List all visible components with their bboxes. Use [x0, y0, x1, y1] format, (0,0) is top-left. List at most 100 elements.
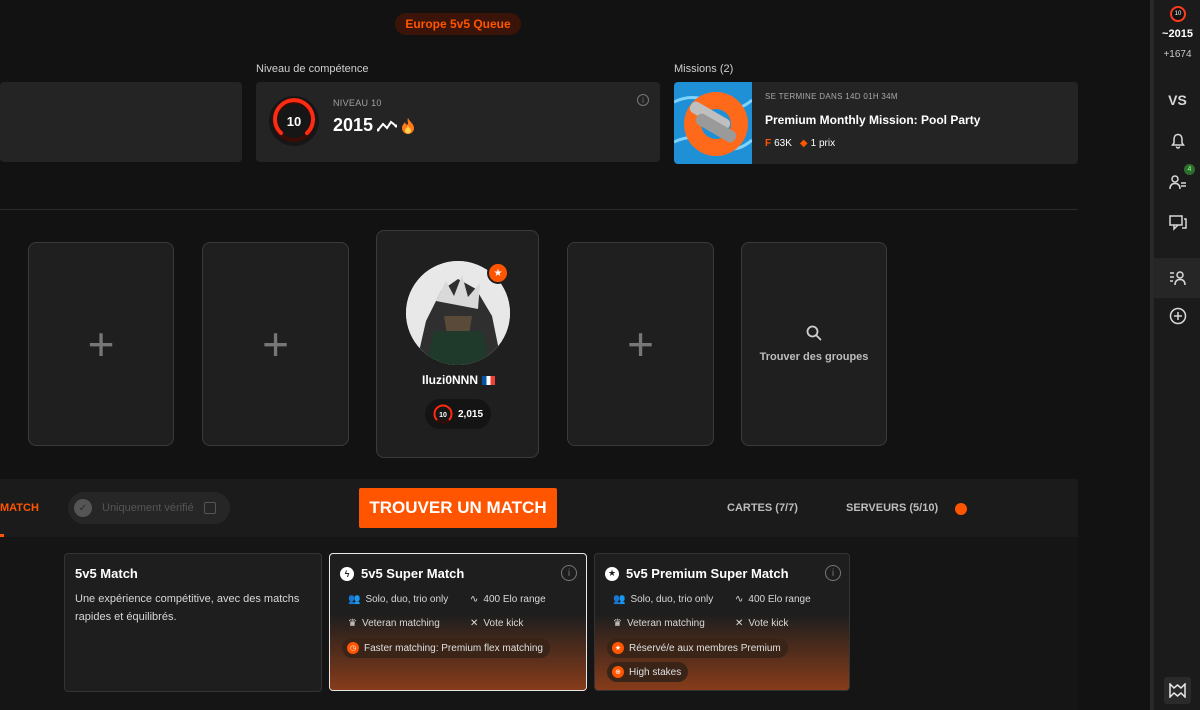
fire-icon: [402, 117, 415, 134]
verified-only-label: Uniquement vérifié: [102, 502, 194, 514]
elo-trend-icon: [377, 120, 398, 131]
skill-gauge-icon: 10: [433, 404, 453, 424]
svg-text:10: 10: [439, 412, 447, 419]
party-slot-invite[interactable]: +: [567, 242, 714, 446]
elo-trend-icon: ∿: [735, 594, 744, 605]
skill-section-label: Niveau de compétence: [256, 63, 369, 75]
mode-card-5v5-super-match[interactable]: ϟ 5v5 Super Match i 👥 Solo, duo, trio onl…: [329, 553, 587, 691]
right-sidebar: 10 ~2015 +1674 VS 4: [1153, 0, 1200, 710]
mode-feature: ♛ Veteran matching: [348, 618, 440, 629]
profile-summary-panel[interactable]: [0, 82, 242, 162]
svg-text:10: 10: [287, 114, 301, 129]
skill-level-badge: 10: [269, 96, 319, 146]
mode-feature: 👥 Solo, duo, trio only: [348, 594, 449, 605]
sidebar-elo: ~2015: [1162, 28, 1193, 40]
player-elo-value: 2,015: [457, 408, 484, 420]
crown-icon: ♛: [348, 618, 357, 629]
find-groups-label: Trouver des groupes: [759, 351, 869, 363]
premium-star-icon: ★: [487, 262, 509, 284]
chat-icon: [1168, 215, 1187, 231]
player-elo-pill: 10 2,015: [425, 399, 491, 429]
bell-icon: [1170, 133, 1185, 149]
tab-match[interactable]: MATCH: [0, 502, 39, 514]
mode-feature: ∿ 400 Elo range: [735, 594, 811, 605]
mode-highlight: ◷ Faster matching: Premium flex matching: [342, 638, 550, 658]
mission-time-remaining: SE TERMINE DANS 14D 01H 34M: [765, 92, 898, 101]
find-match-button[interactable]: TROUVER UN MATCH: [359, 488, 557, 528]
friends-online-count: 4: [1184, 164, 1195, 175]
premium-star-icon: ★: [612, 642, 624, 654]
skill-gauge-icon: 10: [273, 98, 315, 142]
plus-icon: +: [87, 318, 115, 370]
sidebar-elo-gain: +1674: [1163, 49, 1192, 60]
skill-level-panel[interactable]: 10 NIVEAU 10 2015 i: [256, 82, 660, 162]
group-icon: 👥: [613, 594, 626, 605]
crown-icon: ♛: [613, 618, 622, 629]
mission-points: F 63K: [765, 138, 792, 149]
info-icon[interactable]: i: [561, 565, 577, 581]
find-groups-button[interactable]: Trouver des groupes: [741, 242, 887, 446]
search-icon: [806, 325, 822, 341]
sidebar-vs-button[interactable]: VS: [1154, 80, 1200, 120]
mode-highlight: ★ Réservé/e aux membres Premium: [607, 638, 788, 658]
missions-section-label: Missions (2): [674, 63, 734, 75]
info-icon[interactable]: i: [637, 94, 649, 106]
verified-only-checkbox[interactable]: [203, 502, 216, 514]
star-icon: ★: [605, 566, 619, 581]
mission-thumbnail: [674, 82, 752, 164]
lightning-icon: ϟ: [340, 566, 354, 581]
mode-title: ★ 5v5 Premium Super Match: [605, 566, 789, 581]
mode-feature: ∿ 400 Elo range: [470, 594, 546, 605]
group-icon: 👥: [348, 594, 361, 605]
player-card[interactable]: ★ Iluzi0NNN 10 2,015: [376, 230, 539, 458]
clock-icon: ◷: [347, 642, 359, 654]
mode-description: Une expérience compétitive, avec des mat…: [75, 593, 300, 623]
party-icon: [1169, 271, 1186, 286]
queue-region-pill[interactable]: Europe 5v5 Queue: [395, 13, 521, 35]
party-slot-invite[interactable]: +: [202, 242, 349, 446]
sidebar-add-button[interactable]: [1154, 296, 1200, 336]
mode-card-5v5-premium-super-match[interactable]: ★ 5v5 Premium Super Match i 👥 Solo, duo, …: [594, 553, 850, 691]
faceit-points-icon: F: [765, 138, 772, 149]
servers-button[interactable]: SERVEURS (5/10): [846, 502, 938, 514]
elo-trend-icon: ∿: [470, 594, 479, 605]
mode-title: ϟ 5v5 Super Match: [340, 566, 464, 581]
verified-check-icon: ✓: [74, 499, 92, 517]
sidebar-party-button[interactable]: [1154, 258, 1200, 298]
mission-card[interactable]: SE TERMINE DANS 14D 01H 34M Premium Mont…: [674, 82, 1078, 164]
mode-feature: ✕ Vote kick: [470, 618, 524, 629]
mission-prizes: ◆ 1 prix: [799, 138, 836, 149]
plus-icon: +: [262, 318, 289, 370]
maps-button[interactable]: CARTES (7/7): [727, 502, 798, 514]
section-divider: [0, 209, 1078, 210]
friends-icon: [1168, 175, 1186, 190]
player-name[interactable]: Iluzi0NNN: [377, 373, 540, 387]
kick-icon: ✕: [735, 618, 744, 629]
mission-rewards: F 63K ◆ 1 prix: [765, 138, 835, 149]
servers-status-dot: [955, 503, 967, 515]
kick-icon: ✕: [470, 618, 479, 629]
sidebar-level-badge: 10: [1170, 6, 1186, 22]
info-icon[interactable]: i: [825, 565, 841, 581]
mission-title: Premium Monthly Mission: Pool Party: [765, 113, 981, 127]
main-area: Europe 5v5 Queue Niveau de compétence 10…: [0, 0, 1150, 710]
party-slot-invite[interactable]: +: [28, 242, 174, 446]
sidebar-notifications-button[interactable]: [1154, 121, 1200, 161]
sidebar-chat-button[interactable]: [1154, 203, 1200, 243]
mode-card-5v5-match[interactable]: 5v5 Match Une expérience compétitive, av…: [64, 553, 322, 692]
vs-label: VS: [1168, 92, 1187, 108]
skill-elo: 2015: [333, 115, 415, 136]
match-modes: 5v5 Match Une expérience compétitive, av…: [0, 537, 1078, 710]
plus-circle-icon: [1169, 307, 1186, 325]
france-flag-icon: [482, 376, 495, 386]
prize-tag-icon: ◆: [799, 138, 808, 149]
verified-only-toggle[interactable]: ✓ Uniquement vérifié: [68, 492, 230, 524]
queue-bar: MATCH ✓ Uniquement vérifié TROUVER UN MA…: [0, 479, 1078, 537]
faceit-logo-icon[interactable]: [1164, 677, 1191, 704]
mode-feature: ♛ Veteran matching: [613, 618, 705, 629]
skill-elo-value: 2015: [333, 115, 374, 135]
mode-highlight: ⊕ High stakes: [607, 662, 689, 682]
mode-title: 5v5 Match: [75, 566, 138, 581]
skill-level-label: NIVEAU 10: [333, 98, 382, 108]
mode-feature: ✕ Vote kick: [735, 618, 789, 629]
